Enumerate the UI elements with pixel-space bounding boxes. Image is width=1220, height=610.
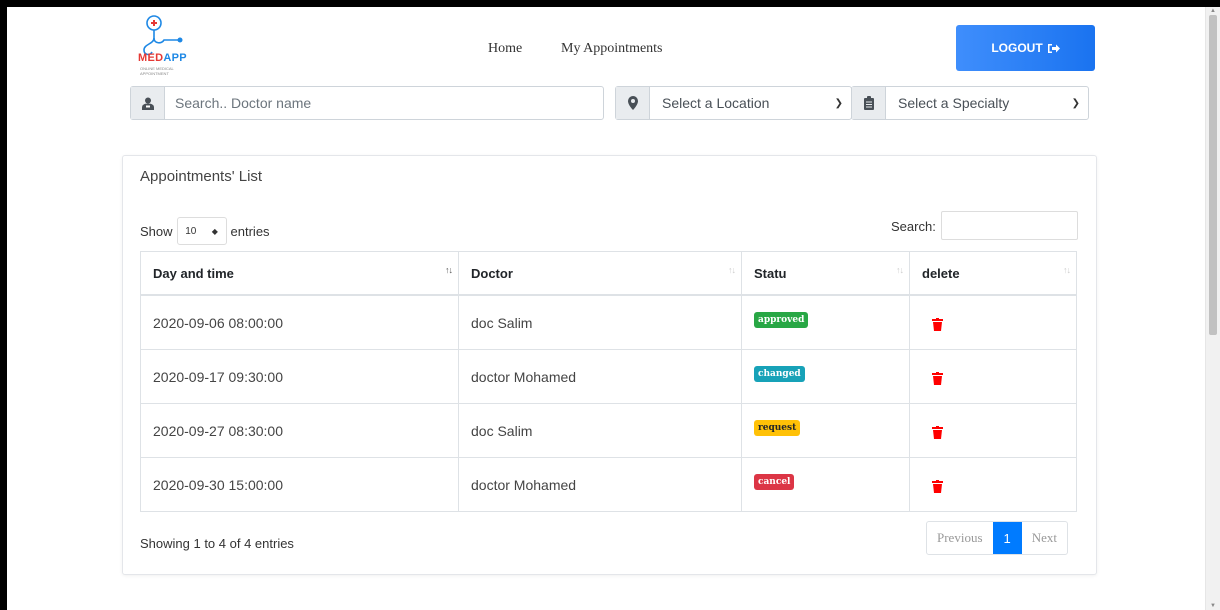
status-badge: request (754, 420, 801, 436)
entries-label: entries (230, 223, 270, 239)
map-marker-icon (616, 87, 650, 119)
cell-datetime: 2020-09-17 09:30:00 (140, 349, 459, 404)
cell-status: approved (741, 294, 910, 350)
logout-button[interactable]: LOGOUT (956, 25, 1095, 71)
scroll-down-icon[interactable]: ▼ (1206, 602, 1220, 610)
trash-icon[interactable] (932, 317, 943, 334)
window-frame-left (0, 0, 7, 610)
table-search-label: Search: (891, 219, 936, 234)
table-row: 2020-09-27 08:30:00 doc Salim request (140, 403, 1077, 458)
appointments-table: Day and time ↑↓ Doctor ↑↓ Statu ↑↓ delete ↑↓… (140, 251, 1077, 512)
sort-icon: ↑↓ (896, 265, 904, 275)
page-length-value: 10 (185, 225, 197, 237)
page-length-control: Show 10 ◆ entries (140, 217, 270, 245)
sort-icon: ↑↓ (445, 265, 453, 275)
status-badge: cancel (754, 474, 795, 490)
cell-delete (909, 349, 1077, 404)
specialty-select-group: Select a Specialty ❯ (851, 86, 1089, 120)
doctor-user-icon (131, 87, 165, 119)
cell-datetime: 2020-09-27 08:30:00 (140, 403, 459, 458)
specialty-select-value: Select a Specialty (898, 95, 1010, 111)
nav-my-appointments-link[interactable]: My Appointments (561, 41, 663, 57)
table-row: 2020-09-30 15:00:00 doctor Mohamed cance… (140, 457, 1077, 512)
location-select-value: Select a Location (662, 95, 770, 111)
brand-name: MEDAPP (138, 52, 187, 64)
doctor-search-input[interactable]: Search.. Doctor name (165, 87, 603, 119)
cell-delete (909, 457, 1077, 512)
location-select[interactable]: Select a Location ❯ (650, 87, 851, 119)
sign-out-icon (1047, 43, 1060, 53)
previous-page-button[interactable]: Previous (927, 522, 993, 554)
cell-doctor: doc Salim (458, 294, 742, 350)
column-header-delete[interactable]: delete ↑↓ (909, 251, 1077, 296)
column-header-status[interactable]: Statu ↑↓ (741, 251, 910, 296)
show-label: Show (140, 223, 173, 239)
table-info: Showing 1 to 4 of 4 entries (140, 536, 294, 551)
cell-doctor: doctor Mohamed (458, 457, 742, 512)
scroll-up-icon[interactable]: ▲ (1206, 7, 1220, 15)
cell-doctor: doctor Mohamed (458, 349, 742, 404)
clipboard-icon (852, 87, 886, 119)
status-badge: changed (754, 366, 805, 382)
cell-delete (909, 294, 1077, 350)
cell-doctor: doc Salim (458, 403, 742, 458)
cell-datetime: 2020-09-30 15:00:00 (140, 457, 459, 512)
cell-datetime: 2020-09-06 08:00:00 (140, 294, 459, 350)
card-title: Appointments' List (140, 168, 263, 185)
doctor-search-group: Search.. Doctor name (130, 86, 604, 120)
cell-delete (909, 403, 1077, 458)
vertical-scrollbar[interactable]: ▲ ▼ (1205, 7, 1220, 610)
scrollbar-thumb[interactable] (1209, 15, 1217, 335)
location-select-group: Select a Location ❯ (615, 86, 852, 120)
logout-label: LOGOUT (991, 41, 1043, 55)
sort-icon: ↑↓ (728, 265, 736, 275)
table-header-row: Day and time ↑↓ Doctor ↑↓ Statu ↑↓ delete ↑↓ (140, 251, 1077, 296)
trash-icon[interactable] (932, 479, 943, 496)
status-badge: approved (754, 312, 809, 328)
sort-arrows-icon: ◆ (211, 226, 218, 236)
window-frame-top (0, 0, 1220, 7)
brand-tagline: ONLINE MEDICAL APPOINTMENT (140, 66, 174, 76)
page-1-button[interactable]: 1 (992, 522, 1022, 554)
specialty-select[interactable]: Select a Specialty ❯ (886, 87, 1088, 119)
appointments-card: Appointments' List Show 10 ◆ entries Sea… (122, 155, 1097, 575)
cell-status: request (741, 403, 910, 458)
chevron-down-icon: ❯ (1071, 97, 1080, 109)
cell-status: changed (741, 349, 910, 404)
trash-icon[interactable] (932, 425, 943, 442)
cell-status: cancel (741, 457, 910, 512)
pagination: Previous 1 Next (926, 521, 1069, 555)
table-row: 2020-09-06 08:00:00 doc Salim approved (140, 294, 1077, 350)
chevron-down-icon: ❯ (834, 97, 843, 109)
trash-icon[interactable] (932, 371, 943, 388)
page-length-select[interactable]: 10 ◆ (176, 217, 227, 245)
column-header-doctor[interactable]: Doctor ↑↓ (458, 251, 742, 296)
table-row: 2020-09-17 09:30:00 doctor Mohamed chang… (140, 349, 1077, 404)
table-search-input[interactable] (941, 211, 1078, 240)
next-page-button[interactable]: Next (1022, 522, 1067, 554)
column-header-datetime[interactable]: Day and time ↑↓ (140, 251, 459, 296)
nav-home-link[interactable]: Home (488, 41, 522, 57)
sort-icon: ↑↓ (1063, 265, 1071, 275)
